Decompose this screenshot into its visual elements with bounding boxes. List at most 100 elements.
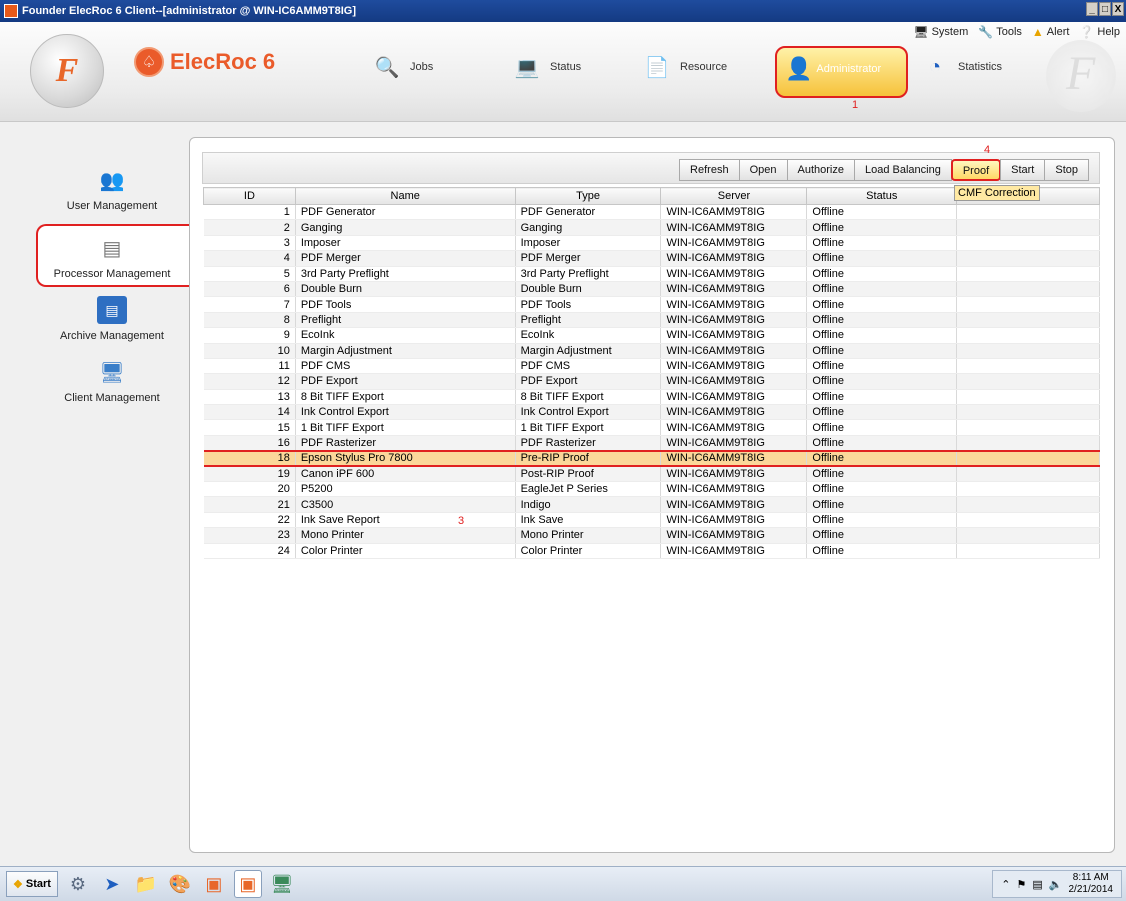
table-row[interactable]: 10 Margin Adjustment Margin Adjustment WIN-… (203, 343, 1100, 359)
table-row[interactable]: 11 PDF CMS PDF CMS WIN-IC6AMM9T8IG Offline (203, 358, 1100, 375)
cell-server: WIN-IC6AMM9T8IG (660, 404, 808, 421)
table-row[interactable]: 15 1 Bit TIFF Export 1 Bit TIFF Export WIN-… (203, 419, 1100, 436)
client-icon: 🖥 (99, 361, 125, 384)
elecroc-logo-icon: ♤ (134, 47, 164, 77)
sidebar-item-client-management[interactable]: 🖥 Client Management (34, 358, 190, 405)
table-row[interactable]: 5 3rd Party Preflight 3rd Party Preflight W… (203, 266, 1100, 282)
cell-server: WIN-IC6AMM9T8IG (660, 235, 808, 252)
table-row[interactable]: 3 Imposer Imposer WIN-IC6AMM9T8IG Offline (203, 235, 1100, 252)
cell-name: 3rd Party Preflight (295, 266, 516, 282)
cell-extra (956, 373, 1100, 390)
cell-type: PDF Rasterizer (515, 435, 662, 452)
column-header-server[interactable]: Server (660, 187, 808, 205)
alert-icon: ▲ (1031, 25, 1044, 39)
column-header-name[interactable]: Name (294, 187, 516, 205)
paint-icon[interactable]: 🎨 (166, 870, 194, 898)
sidebar-item-processor-management[interactable]: ▤ Processor Management (34, 234, 190, 281)
table-row[interactable]: 18 Epson Stylus Pro 7800 Pre-RIP Proof WIN-… (203, 449, 1100, 468)
cell-status: Offline (806, 219, 958, 236)
table-row[interactable]: 12 PDF Export PDF Export WIN-IC6AMM9T8IG Off… (203, 373, 1100, 390)
founder-app-icon[interactable]: ▣ (200, 870, 228, 898)
show-hidden-icons-icon[interactable]: ⌃ (1001, 878, 1010, 891)
cell-id: 16 (203, 435, 296, 452)
cell-status: Offline (806, 343, 958, 359)
alert-link[interactable]: ▲ Alert (1032, 25, 1070, 39)
cell-id: 22 (203, 512, 296, 529)
cell-extra (956, 527, 1100, 544)
archive-icon: ▤ (97, 296, 127, 324)
network-icon[interactable]: ▤ (1032, 878, 1042, 891)
cell-extra (956, 466, 1100, 483)
cell-status: Offline (806, 250, 958, 267)
table-row[interactable]: 14 Ink Control Export Ink Control Export WI… (203, 404, 1100, 421)
column-header-status[interactable]: Status (806, 187, 958, 205)
cell-name: 1 Bit TIFF Export (295, 419, 516, 436)
table-row[interactable]: 16 PDF Rasterizer PDF Rasterizer WIN-IC6AMM… (203, 435, 1100, 452)
column-header-type[interactable]: Type (514, 187, 662, 205)
nav-jobs[interactable]: 🔍 Jobs (372, 52, 434, 82)
cell-type: EcoInk (515, 327, 662, 344)
cell-server: WIN-IC6AMM9T8IG (660, 527, 808, 544)
start-button[interactable]: Start (1000, 159, 1046, 181)
processor-toolbar: Refresh Open Authorize Load Balancing Pr… (202, 152, 1100, 184)
table-row[interactable]: 1 PDF Generator PDF Generator WIN-IC6AMM9T8… (203, 204, 1100, 221)
cell-name: Margin Adjustment (295, 343, 516, 359)
cell-extra (956, 389, 1100, 406)
cell-id: 1 (203, 204, 296, 221)
maximize-button[interactable]: □ (1099, 2, 1111, 16)
table-row[interactable]: 7 PDF Tools PDF Tools WIN-IC6AMM9T8IG Offlin… (203, 296, 1100, 313)
cell-id: 15 (203, 419, 296, 436)
table-row[interactable]: 20 P5200 EagleJet P Series WIN-IC6AMM9T8IG O… (203, 481, 1100, 498)
cell-status: Offline (806, 266, 958, 282)
elecroc-client-icon[interactable]: ▣ (233, 870, 262, 898)
table-row[interactable]: 24 Color Printer Color Printer WIN-IC6AMM9T… (203, 543, 1100, 559)
minimize-button[interactable]: _ (1086, 2, 1098, 16)
cell-name: Ink Save Report (295, 512, 516, 529)
folder-icon[interactable]: 📁 (132, 870, 160, 898)
tools-link[interactable]: 🔧 Tools (978, 25, 1022, 39)
clock[interactable]: 8:11 AM 2/21/2014 (1069, 872, 1114, 896)
cell-extra (956, 204, 1100, 221)
stop-button[interactable]: Stop (1044, 159, 1089, 181)
remote-desktop-icon[interactable]: 🖥 (268, 870, 296, 898)
cell-status: Offline (806, 512, 958, 529)
system-link[interactable]: 🖥 System (913, 25, 968, 39)
open-button[interactable]: Open (738, 159, 788, 181)
network-tool-icon[interactable]: ⚙ (64, 870, 92, 898)
table-row[interactable]: 4 PDF Merger PDF Merger WIN-IC6AMM9T8IG Offl… (203, 250, 1100, 267)
cell-extra (956, 419, 1100, 436)
table-row[interactable]: 19 Canon iPF 600 Post-RIP Proof WIN-IC6AMM9… (203, 466, 1100, 483)
table-row[interactable]: 13 8 Bit TIFF Export 8 Bit TIFF Export WIN-… (203, 389, 1100, 406)
cell-server: WIN-IC6AMM9T8IG (660, 373, 808, 390)
start-button[interactable]: ❖ Start (6, 871, 58, 897)
flag-icon[interactable]: ⚑ (1017, 878, 1027, 891)
table-row[interactable]: 23 Mono Printer Mono Printer WIN-IC6AMM9T8I… (203, 527, 1100, 544)
load-balancing-button[interactable]: Load Balancing (853, 159, 952, 181)
refresh-button[interactable]: Refresh (679, 159, 740, 181)
volume-muted-icon[interactable]: 🔈 (1049, 878, 1063, 891)
cell-name: Preflight (295, 312, 516, 329)
table-row[interactable]: 8 Preflight Preflight WIN-IC6AMM9T8IG Offlin… (203, 312, 1100, 329)
powershell-icon[interactable]: ➤ (98, 870, 126, 898)
table-row[interactable]: 21 C3500 Indigo WIN-IC6AMM9T8IG Offline (203, 496, 1100, 513)
cell-extra (956, 543, 1100, 559)
cell-status: Offline (806, 481, 958, 498)
column-header-id[interactable]: ID (203, 187, 296, 205)
table-row[interactable]: 22 Ink Save Report Ink Save WIN-IC6AMM9T8IG… (203, 512, 1100, 529)
help-link[interactable]: ❔ Help (1079, 25, 1120, 39)
cell-name: Imposer (295, 235, 516, 252)
table-row[interactable]: 2 Ganging Ganging WIN-IC6AMM9T8IG Offline (203, 219, 1100, 236)
sidebar-item-user-management[interactable]: 👥 User Management (34, 166, 190, 213)
annotation-4: 4 (984, 144, 991, 156)
nav-resource[interactable]: 📄 Resource (642, 52, 728, 82)
nav-administrator[interactable]: 👤 Administrator (775, 46, 908, 98)
nav-status[interactable]: 💻 Status (512, 52, 582, 82)
close-button[interactable]: X (1112, 2, 1124, 16)
authorize-button[interactable]: Authorize (786, 159, 855, 181)
proof-button[interactable]: Proof (950, 159, 1002, 181)
table-row[interactable]: 9 EcoInk EcoInk WIN-IC6AMM9T8IG Offline (203, 327, 1100, 344)
table-row[interactable]: 6 Double Burn Double Burn WIN-IC6AMM9T8IG Of… (203, 281, 1100, 298)
cell-type: 1 Bit TIFF Export (515, 419, 662, 436)
sidebar-item-archive-management[interactable]: ▤ Archive Management (34, 296, 190, 342)
nav-statistics[interactable]: ◔ Statistics (920, 52, 1002, 82)
